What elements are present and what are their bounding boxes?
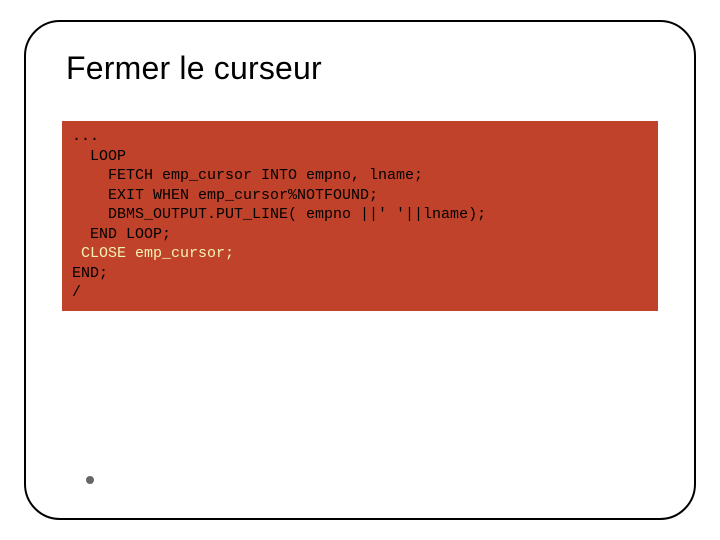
code-line: LOOP <box>72 148 126 165</box>
code-line: END LOOP; <box>72 226 171 243</box>
slide-title: Fermer le curseur <box>66 50 658 87</box>
code-line: EXIT WHEN emp_cursor%NOTFOUND; <box>72 187 378 204</box>
code-line: FETCH emp_cursor INTO empno, lname; <box>72 167 423 184</box>
code-line: DBMS_OUTPUT.PUT_LINE( empno ||' '||lname… <box>72 206 486 223</box>
code-line-highlight: CLOSE emp_cursor; <box>72 245 234 262</box>
code-line: END; <box>72 265 108 282</box>
slide-frame: Fermer le curseur ... LOOP FETCH emp_cur… <box>24 20 696 520</box>
bullet-dot-icon <box>86 476 94 484</box>
code-line: / <box>72 284 81 301</box>
code-line: ... <box>72 128 99 145</box>
code-block: ... LOOP FETCH emp_cursor INTO empno, ln… <box>62 121 658 311</box>
slide: Fermer le curseur ... LOOP FETCH emp_cur… <box>0 0 720 540</box>
